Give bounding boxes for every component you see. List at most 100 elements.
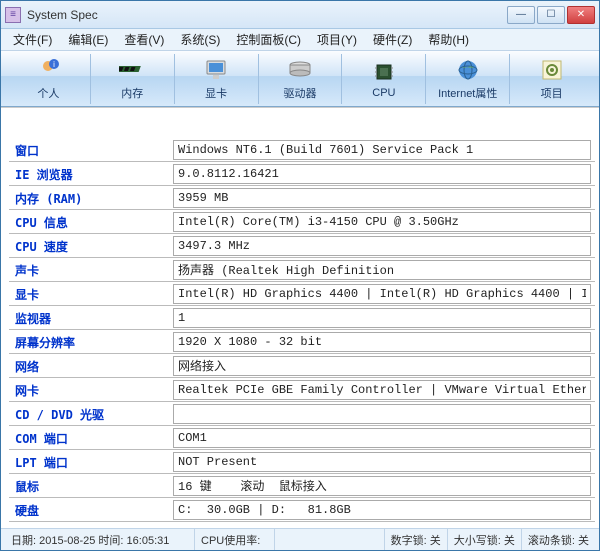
info-row: 声卡	[9, 258, 595, 282]
close-button[interactable]: ✕	[567, 6, 595, 24]
status-cpu-usage: CPU使用率:	[195, 529, 275, 550]
toolbar-label: 项目	[541, 85, 563, 101]
info-value-input[interactable]	[173, 308, 591, 328]
content-area: 窗口IE 浏览器内存 (RAM)CPU 信息CPU 速度声卡显卡监视器屏幕分辨率…	[1, 107, 599, 528]
menu-project[interactable]: 项目(Y)	[311, 29, 363, 50]
info-value-input[interactable]	[173, 428, 591, 448]
toolbar-internet[interactable]: Internet属性	[426, 54, 510, 104]
info-value-input[interactable]	[173, 476, 591, 496]
info-row: 显卡	[9, 282, 595, 306]
status-datetime: 日期: 2015-08-25 时间: 16:05:31	[5, 529, 195, 550]
info-key: 网络	[9, 354, 169, 378]
info-row: 网卡	[9, 378, 595, 402]
toolbar-label: CPU	[372, 87, 395, 99]
svg-text:i: i	[54, 60, 56, 69]
scroll-pane[interactable]: 窗口IE 浏览器内存 (RAM)CPU 信息CPU 速度声卡显卡监视器屏幕分辨率…	[1, 108, 599, 528]
info-value-input[interactable]	[173, 404, 591, 424]
info-value-input[interactable]	[173, 380, 591, 400]
info-value-input[interactable]	[173, 236, 591, 256]
info-key: IE 浏览器	[9, 162, 169, 186]
status-spacer	[275, 529, 385, 550]
info-row: 屏幕分辨率	[9, 330, 595, 354]
info-value-cell	[169, 258, 595, 282]
info-value-cell	[169, 450, 595, 474]
info-key: 鼠标	[9, 474, 169, 498]
toolbar-graphics[interactable]: 显卡	[175, 54, 259, 104]
info-value-cell	[169, 426, 595, 450]
maximize-button[interactable]: ☐	[537, 6, 565, 24]
toolbar-drives[interactable]: 驱动器	[259, 54, 343, 104]
info-key: 监视器	[9, 306, 169, 330]
info-value-input[interactable]	[173, 452, 591, 472]
monitor-icon	[203, 57, 229, 83]
info-value-input[interactable]	[173, 284, 591, 304]
info-key: 声卡	[9, 258, 169, 282]
info-value-input[interactable]	[173, 188, 591, 208]
status-capslock: 大小写锁: 关	[448, 529, 522, 550]
info-row: IE 浏览器	[9, 162, 595, 186]
window-controls: — ☐ ✕	[507, 6, 595, 24]
toolbar-project[interactable]: 项目	[510, 54, 593, 104]
info-value-input[interactable]	[173, 356, 591, 376]
menu-system[interactable]: 系统(S)	[174, 29, 226, 50]
toolbar-memory[interactable]: 内存	[91, 54, 175, 104]
toolbar-cpu[interactable]: CPU	[342, 54, 426, 104]
info-value-cell	[169, 474, 595, 498]
info-value-cell	[169, 354, 595, 378]
info-key: 窗口	[9, 138, 169, 162]
gear-icon	[539, 57, 565, 83]
info-value-input[interactable]	[173, 500, 591, 520]
info-row: COM 端口	[9, 426, 595, 450]
window-title: System Spec	[27, 8, 507, 22]
menu-edit[interactable]: 编辑(E)	[62, 29, 114, 50]
globe-icon	[455, 57, 481, 83]
info-row: LPT 端口	[9, 450, 595, 474]
status-scrolllock: 滚动条锁: 关	[522, 529, 595, 550]
menu-help[interactable]: 帮助(H)	[422, 29, 475, 50]
info-key: CPU 信息	[9, 210, 169, 234]
menu-hardware[interactable]: 硬件(Z)	[367, 29, 418, 50]
toolbar-label: 驱动器	[284, 85, 317, 101]
info-value-cell	[169, 498, 595, 522]
statusbar: 日期: 2015-08-25 时间: 16:05:31 CPU使用率: 数字锁:…	[1, 528, 599, 550]
info-key: 网卡	[9, 378, 169, 402]
info-row: 内存 (RAM)	[9, 186, 595, 210]
person-icon: i	[35, 57, 61, 83]
app-icon: ≡	[5, 7, 21, 23]
app-window: ≡ System Spec — ☐ ✕ 文件(F) 编辑(E) 查看(V) 系统…	[0, 0, 600, 551]
info-key: 内存 (RAM)	[9, 186, 169, 210]
toolbar-label: 显卡	[205, 85, 227, 101]
info-value-input[interactable]	[173, 164, 591, 184]
info-key: 屏幕分辨率	[9, 330, 169, 354]
info-row: 窗口	[9, 138, 595, 162]
cpu-icon	[371, 59, 397, 85]
info-key: LPT 端口	[9, 450, 169, 474]
info-value-input[interactable]	[173, 140, 591, 160]
info-value-cell	[169, 378, 595, 402]
toolbar-label: Internet属性	[438, 85, 497, 101]
titlebar[interactable]: ≡ System Spec — ☐ ✕	[1, 1, 599, 29]
drive-icon	[287, 57, 313, 83]
info-row: CPU 信息	[9, 210, 595, 234]
info-key: COM 端口	[9, 426, 169, 450]
info-value-cell	[169, 402, 595, 426]
info-value-input[interactable]	[173, 260, 591, 280]
info-value-input[interactable]	[173, 332, 591, 352]
minimize-button[interactable]: —	[507, 6, 535, 24]
info-row: 网络	[9, 354, 595, 378]
menu-file[interactable]: 文件(F)	[7, 29, 58, 50]
info-value-cell	[169, 282, 595, 306]
menu-view[interactable]: 查看(V)	[118, 29, 170, 50]
info-row: 监视器	[9, 306, 595, 330]
info-key: 显卡	[9, 282, 169, 306]
toolbar-personal[interactable]: i 个人	[7, 54, 91, 104]
info-row: 硬盘	[9, 498, 595, 522]
menu-control-panel[interactable]: 控制面板(C)	[230, 29, 307, 50]
info-value-input[interactable]	[173, 212, 591, 232]
info-value-cell	[169, 330, 595, 354]
status-numlock: 数字锁: 关	[385, 529, 448, 550]
info-row: 鼠标	[9, 474, 595, 498]
info-key: CPU 速度	[9, 234, 169, 258]
spacer	[9, 114, 595, 138]
info-value-cell	[169, 138, 595, 162]
